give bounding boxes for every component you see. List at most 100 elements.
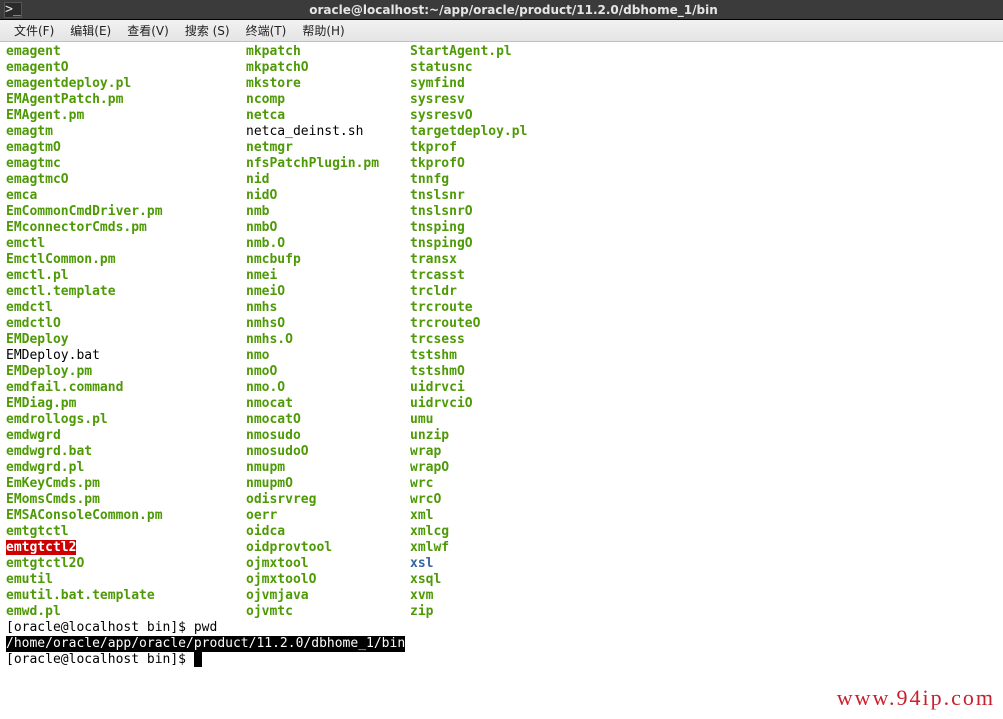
file-entry: emctl.pl xyxy=(6,268,246,284)
listing-row: emtgtctl2Oojmxtoolxsl xyxy=(6,556,997,572)
file-entry: xsql xyxy=(410,572,441,588)
prompt-line-current[interactable]: [oracle@localhost bin]$ ▮ xyxy=(6,652,997,668)
file-entry: tnsping xyxy=(410,220,465,236)
file-entry: nmeiO xyxy=(246,284,410,300)
listing-row: EmCommonCmdDriver.pmnmbtnslsnrO xyxy=(6,204,997,220)
file-entry: oidprovtool xyxy=(246,540,410,556)
titlebar: >_ oracle@localhost:~/app/oracle/product… xyxy=(0,0,1003,20)
file-entry: emutil.bat.template xyxy=(6,588,246,604)
file-entry: wrapO xyxy=(410,460,449,476)
file-entry: StartAgent.pl xyxy=(410,44,512,60)
file-entry: mkpatchO xyxy=(246,60,410,76)
file-entry: EMconnectorCmds.pm xyxy=(6,220,246,236)
listing-row: EMDeploy.pmnmoOtstshmO xyxy=(6,364,997,380)
file-entry: sysresvO xyxy=(410,108,473,124)
file-entry: nmei xyxy=(246,268,410,284)
file-entry: trcrouteO xyxy=(410,316,480,332)
file-entry: trcroute xyxy=(410,300,473,316)
listing-row: EMDeploynmhs.Otrcsess xyxy=(6,332,997,348)
file-entry: emdctlO xyxy=(6,316,246,332)
file-entry: netca xyxy=(246,108,410,124)
file-entry: nmhsO xyxy=(246,316,410,332)
listing-row: emtgtctloidcaxmlcg xyxy=(6,524,997,540)
file-entry: nmb.O xyxy=(246,236,410,252)
file-entry: emdrollogs.pl xyxy=(6,412,246,428)
file-entry: xml xyxy=(410,508,433,524)
file-entry: emdwgrd.pl xyxy=(6,460,246,476)
listing-row: emutilojmxtoolOxsql xyxy=(6,572,997,588)
menu-search[interactable]: 搜索 (S) xyxy=(177,20,238,41)
file-entry: tnspingO xyxy=(410,236,473,252)
listing-row: EMDiag.pmnmocatuidrvciO xyxy=(6,396,997,412)
file-entry: uidrvci xyxy=(410,380,465,396)
file-entry: uidrvciO xyxy=(410,396,473,412)
file-entry: unzip xyxy=(410,428,449,444)
listing-row: emtgtctl2oidprovtoolxmlwf xyxy=(6,540,997,556)
file-entry: EMDeploy.bat xyxy=(6,348,246,364)
file-entry: nmb xyxy=(246,204,410,220)
file-entry: xsl xyxy=(410,556,433,572)
file-entry: netmgr xyxy=(246,140,410,156)
watermark-text: www.94ip.com xyxy=(837,685,995,711)
file-entry: emagentdeploy.pl xyxy=(6,76,246,92)
menu-edit[interactable]: 编辑(E) xyxy=(62,20,119,41)
file-entry: mkpatch xyxy=(246,44,410,60)
file-entry: targetdeploy.pl xyxy=(410,124,527,140)
listing-row: emagtmOnetmgrtkprof xyxy=(6,140,997,156)
file-entry: nmocatO xyxy=(246,412,410,428)
listing-row: emutil.bat.templateojvmjavaxvm xyxy=(6,588,997,604)
listing-row: emctl.templatenmeiOtrcldr xyxy=(6,284,997,300)
listing-row: emdwgrd.plnmupmwrapO xyxy=(6,460,997,476)
file-entry: mkstore xyxy=(246,76,410,92)
menu-terminal[interactable]: 终端(T) xyxy=(238,20,295,41)
file-entry: nmoO xyxy=(246,364,410,380)
file-entry: nfsPatchPlugin.pm xyxy=(246,156,410,172)
file-entry: nmbO xyxy=(246,220,410,236)
file-entry: tkprofO xyxy=(410,156,465,172)
file-entry: emdctl xyxy=(6,300,246,316)
file-entry: emagtmO xyxy=(6,140,246,156)
terminal-icon: >_ xyxy=(4,2,22,18)
file-entry: sysresv xyxy=(410,92,465,108)
file-entry: wrc xyxy=(410,476,433,492)
listing-row: EmKeyCmds.pmnmupmOwrc xyxy=(6,476,997,492)
listing-row: EMconnectorCmds.pmnmbOtnsping xyxy=(6,220,997,236)
file-entry: EMAgentPatch.pm xyxy=(6,92,246,108)
listing-row: emdrollogs.plnmocatOumu xyxy=(6,412,997,428)
file-entry: nmcbufp xyxy=(246,252,410,268)
file-entry: ojmxtool xyxy=(246,556,410,572)
file-entry: wrcO xyxy=(410,492,441,508)
listing-row: emagentdeploy.plmkstoresymfind xyxy=(6,76,997,92)
file-entry: tstshm xyxy=(410,348,457,364)
pwd-output: /home/oracle/app/oracle/product/11.2.0/d… xyxy=(6,636,997,652)
file-entry: nmhs xyxy=(246,300,410,316)
file-entry: xmlcg xyxy=(410,524,449,540)
listing-row: emdwgrd.batnmosudoOwrap xyxy=(6,444,997,460)
terminal-viewport[interactable]: emagentmkpatchStartAgent.plemagentOmkpat… xyxy=(0,42,1003,670)
listing-row: EMomsCmds.pmodisrvregwrcO xyxy=(6,492,997,508)
file-entry: nmupmO xyxy=(246,476,410,492)
file-entry: zip xyxy=(410,604,433,620)
menu-file[interactable]: 文件(F) xyxy=(6,20,62,41)
file-entry: nmo.O xyxy=(246,380,410,396)
file-entry: nmupm xyxy=(246,460,410,476)
listing-row: emagtmcnfsPatchPlugin.pmtkprofO xyxy=(6,156,997,172)
listing-row: emdctlOnmhsOtrcrouteO xyxy=(6,316,997,332)
menu-help[interactable]: 帮助(H) xyxy=(294,20,352,41)
file-entry: EmctlCommon.pm xyxy=(6,252,246,268)
listing-row: emagtmnetca_deinst.shtargetdeploy.pl xyxy=(6,124,997,140)
listing-row: EMAgent.pmnetcasysresvO xyxy=(6,108,997,124)
file-entry: oerr xyxy=(246,508,410,524)
file-entry: symfind xyxy=(410,76,465,92)
listing-row: emdwgrdnmosudounzip xyxy=(6,428,997,444)
file-entry: trcsess xyxy=(410,332,465,348)
file-entry: tkprof xyxy=(410,140,457,156)
file-entry: EMDeploy xyxy=(6,332,246,348)
file-entry: ojmxtoolO xyxy=(246,572,410,588)
file-entry: emdfail.command xyxy=(6,380,246,396)
file-entry: emdwgrd.bat xyxy=(6,444,246,460)
menu-view[interactable]: 查看(V) xyxy=(119,20,177,41)
listing-row: emwd.plojvmtczip xyxy=(6,604,997,620)
file-entry: emtgtctl xyxy=(6,524,246,540)
file-entry: trcasst xyxy=(410,268,465,284)
